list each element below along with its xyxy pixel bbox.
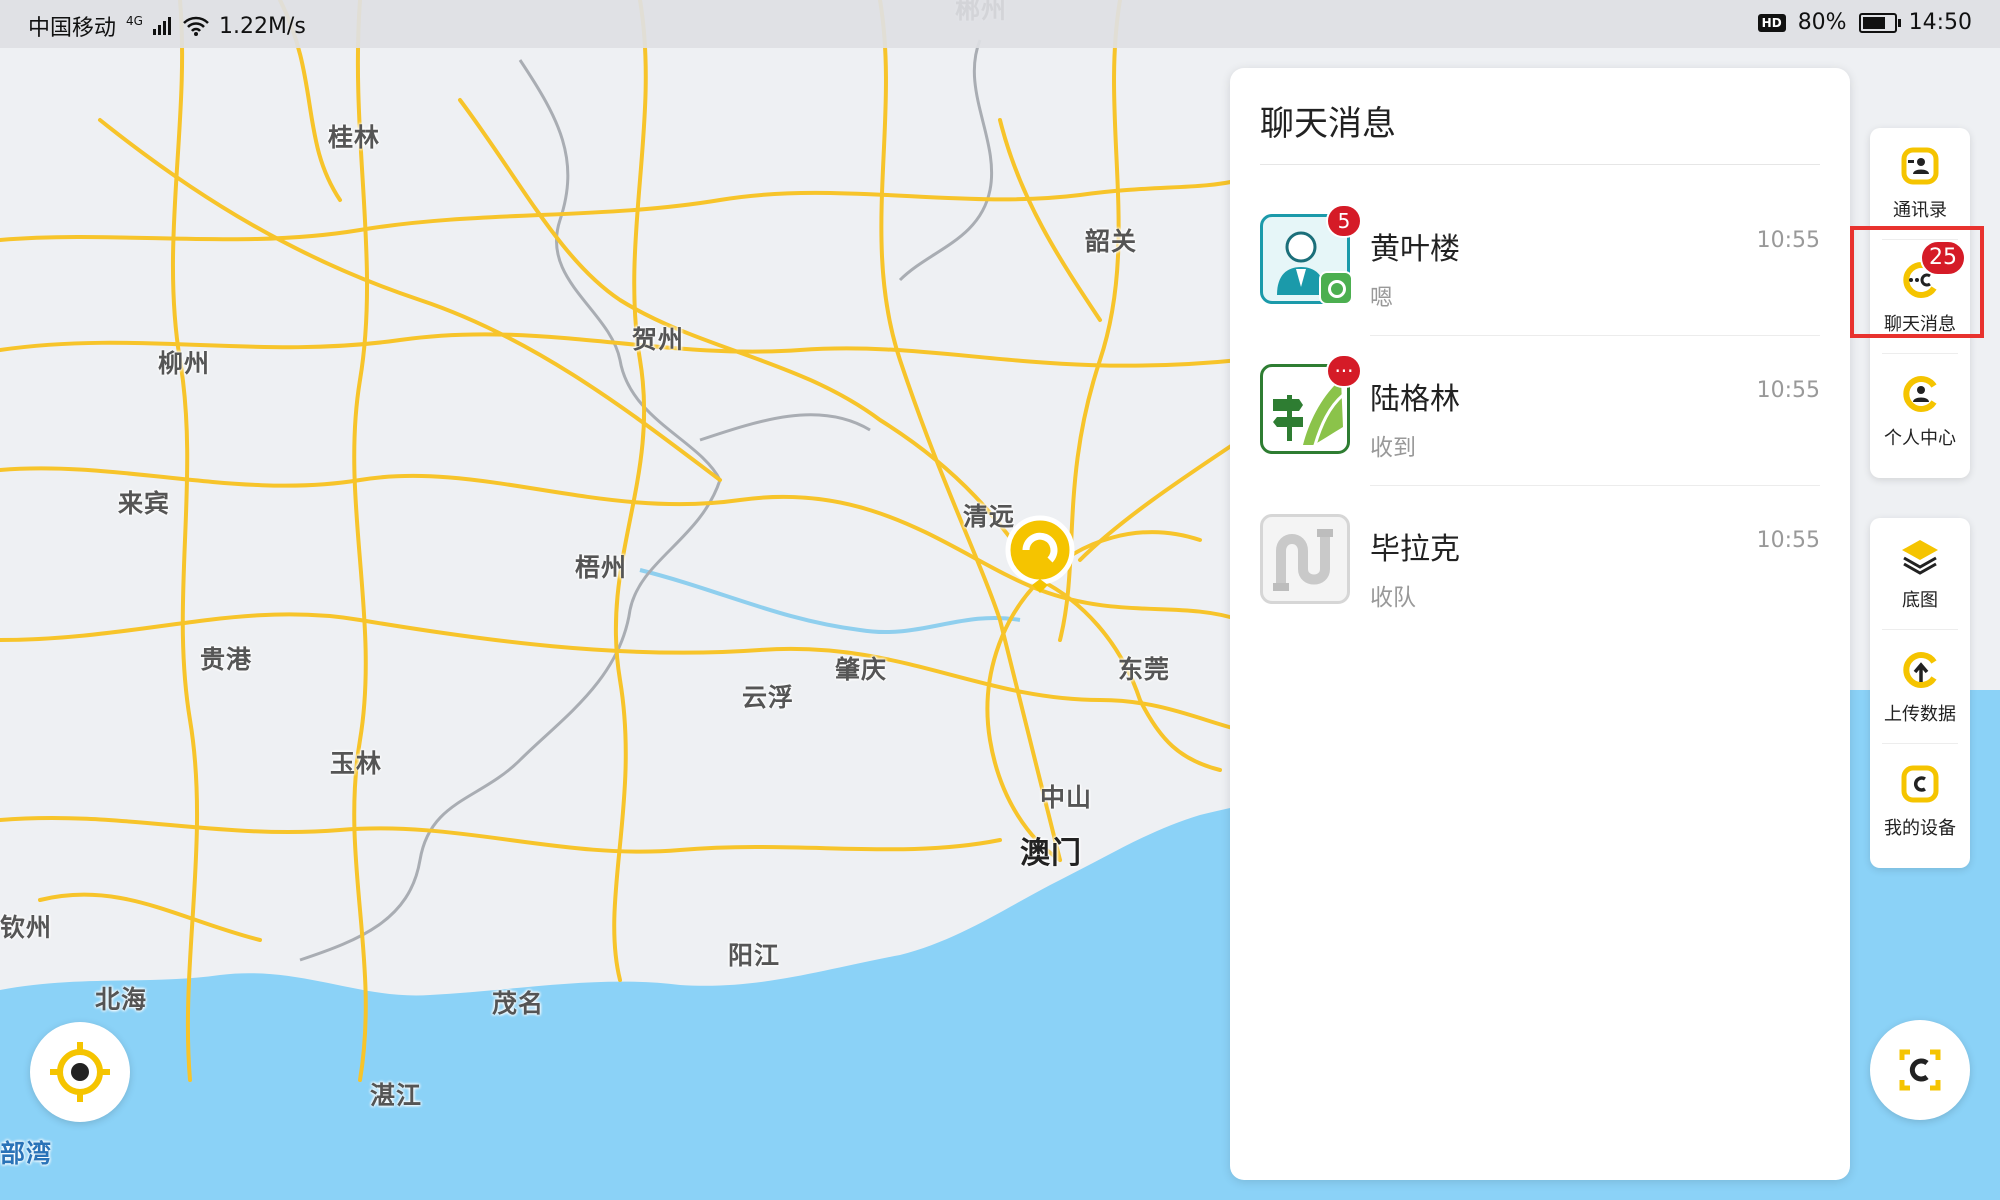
chat-panel: 聊天消息 5 黄叶楼 嗯 10:55 ··· 陆格林 收到 10:55 毕拉克 … <box>1230 68 1850 1180</box>
divider <box>1882 353 1958 354</box>
profile-icon <box>1903 376 1937 412</box>
map-label: 梧州 <box>575 553 628 582</box>
tools-toolbar: 底图 上传数据 我的设备 <box>1870 518 1970 868</box>
map-label: 韶关 <box>1085 227 1138 256</box>
map-label: 肇庆 <box>835 655 888 684</box>
map-label: 中山 <box>1040 783 1093 812</box>
tool-label: 我的设备 <box>1884 818 1956 839</box>
map-label: 柳州 <box>158 349 211 378</box>
upload-data-button[interactable]: 上传数据 <box>1870 632 1970 744</box>
battery-percent: 80% <box>1797 10 1847 35</box>
tool-label: 通讯录 <box>1893 200 1947 221</box>
chat-item[interactable]: 毕拉克 收队 10:55 <box>1230 486 1850 636</box>
locate-button[interactable] <box>30 1022 130 1122</box>
map-label: 清远 <box>963 502 1016 531</box>
message-time: 10:55 <box>1756 528 1820 553</box>
profile-button[interactable]: 个人中心 <box>1870 356 1970 468</box>
carrier-name: 中国移动 <box>28 16 117 41</box>
wifi-icon <box>183 16 209 36</box>
map-label: 玉林 <box>330 749 383 778</box>
chat-item[interactable]: ··· 陆格林 收到 10:55 <box>1230 336 1850 486</box>
chat-app-icon <box>1319 271 1353 305</box>
status-bar: 中国移动 4G 1.22M/s HD 80% 14:50 <box>0 0 2000 48</box>
map-label: 云浮 <box>742 683 795 712</box>
avatar <box>1260 514 1350 604</box>
highlight-box <box>1850 226 1984 338</box>
map-label: 澳门 <box>1020 836 1082 871</box>
battery-icon <box>1858 12 1901 33</box>
map-label: 来宾 <box>118 489 171 518</box>
map-label: 阳江 <box>728 941 781 970</box>
map-label: 钦州 <box>0 913 53 942</box>
layers-icon <box>1902 540 1938 575</box>
map-label: 湛江 <box>370 1081 423 1110</box>
contacts-icon <box>1901 147 1939 185</box>
tool-label: 个人中心 <box>1884 428 1956 449</box>
map-label: 贺州 <box>632 325 685 354</box>
clock: 14:50 <box>1908 10 1972 35</box>
message-time: 10:55 <box>1756 378 1820 403</box>
hd-icon: HD <box>1757 13 1786 32</box>
my-devices-button[interactable]: 我的设备 <box>1870 746 1970 858</box>
divider <box>1882 629 1958 630</box>
divider <box>1882 743 1958 744</box>
pipe-avatar-icon <box>1273 529 1333 591</box>
panel-title: 聊天消息 <box>1260 104 1396 144</box>
map-label: 部湾 <box>0 1139 53 1168</box>
scan-icon <box>1899 1049 1941 1091</box>
message-time: 10:55 <box>1756 228 1820 253</box>
contact-name: 黄叶楼 <box>1370 232 1460 267</box>
locate-icon <box>50 1042 110 1102</box>
tool-label: 底图 <box>1902 590 1938 611</box>
basemap-button[interactable]: 底图 <box>1870 518 1970 630</box>
scan-button[interactable] <box>1870 1020 1970 1120</box>
tool-label: 上传数据 <box>1884 704 1956 725</box>
message-preview: 收到 <box>1370 435 1416 461</box>
signal-icon <box>152 17 171 35</box>
message-preview: 嗯 <box>1370 285 1393 311</box>
map-label: 贵港 <box>200 645 253 674</box>
map-label: 东莞 <box>1118 655 1171 684</box>
map-label: 桂林 <box>328 123 381 152</box>
device-icon <box>1901 765 1939 803</box>
message-preview: 收队 <box>1370 585 1416 611</box>
map-label: 茂名 <box>492 989 545 1018</box>
contacts-button[interactable]: 通讯录 <box>1870 128 1970 240</box>
map-label: 北海 <box>95 985 148 1014</box>
network-speed: 1.22M/s <box>218 13 306 39</box>
unread-badge: 5 <box>1326 204 1362 238</box>
contact-name: 毕拉克 <box>1370 532 1460 567</box>
network-type: 4G <box>126 14 143 28</box>
contact-name: 陆格林 <box>1370 382 1460 417</box>
upload-icon <box>1903 652 1937 688</box>
chat-item[interactable]: 5 黄叶楼 嗯 10:55 <box>1230 186 1850 336</box>
unread-badge: ··· <box>1326 354 1362 388</box>
divider <box>1260 164 1820 165</box>
